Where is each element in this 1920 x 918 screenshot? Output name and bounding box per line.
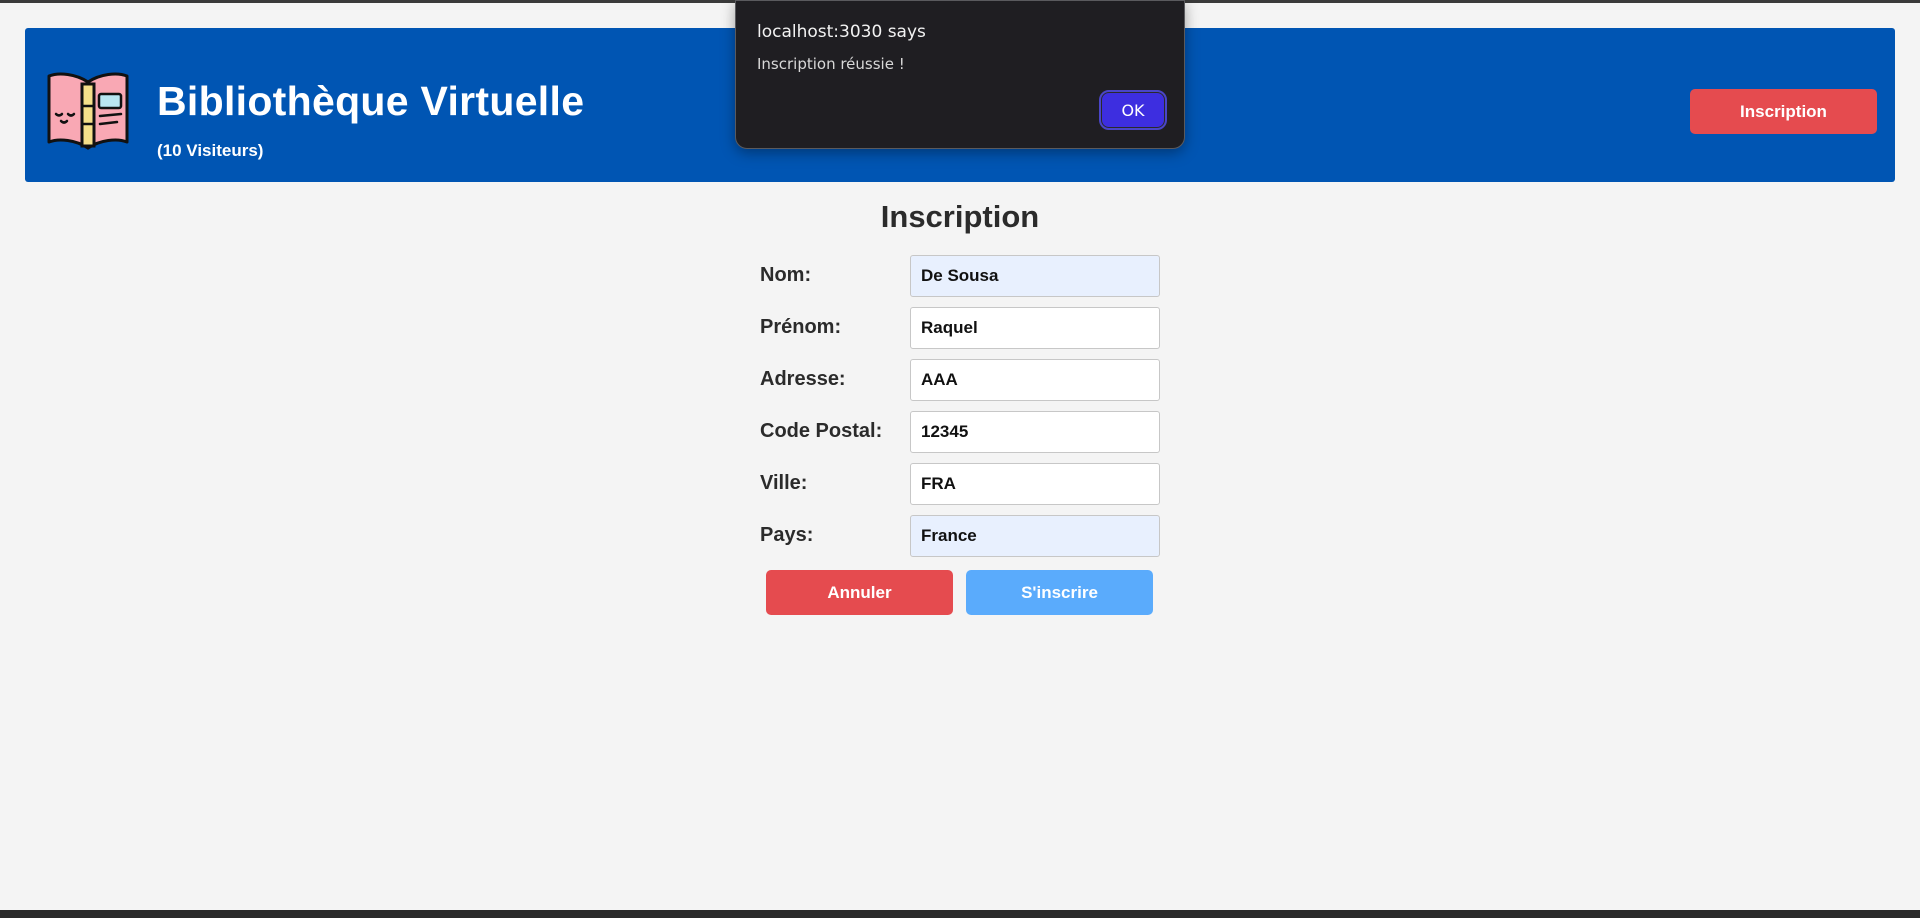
form-row-code-postal: Code Postal: 12345 [760,411,1160,453]
window-bottom-edge [0,910,1920,918]
nom-label: Nom: [760,264,812,286]
ville-input[interactable]: FRA [910,463,1160,505]
pays-input[interactable]: France [910,515,1160,557]
cancel-button[interactable]: Annuler [766,570,953,615]
form-row-adresse: Adresse: AAA [760,359,1160,401]
code-postal-label: Code Postal: [760,420,883,442]
form-row-ville: Ville: FRA [760,463,1160,505]
form-row-prenom: Prénom: Raquel [760,307,1160,349]
signup-button[interactable]: Inscription [1690,89,1877,134]
prenom-input[interactable]: Raquel [910,307,1160,349]
nom-input[interactable]: De Sousa [910,255,1160,297]
code-postal-input[interactable]: 12345 [910,411,1160,453]
submit-button[interactable]: S'inscrire [966,570,1153,615]
dialog-message: Inscription réussie ! [757,55,905,73]
adresse-input[interactable]: AAA [910,359,1160,401]
prenom-label: Prénom: [760,316,842,338]
adresse-label: Adresse: [760,368,846,390]
form-row-nom: Nom: De Sousa [760,255,1160,297]
ville-label: Ville: [760,472,808,494]
visitor-count: (10 Visiteurs) [157,141,264,160]
form-row-pays: Pays: France [760,515,1160,557]
dialog-title: localhost:3030 says [757,22,926,42]
form-title: Inscription [880,199,1040,234]
open-book-icon [47,72,129,150]
dialog-ok-button[interactable]: OK [1099,90,1167,130]
pays-label: Pays: [760,524,814,546]
alert-dialog: localhost:3030 says Inscription réussie … [735,0,1185,149]
site-title: Bibliothèque Virtuelle [157,78,585,124]
